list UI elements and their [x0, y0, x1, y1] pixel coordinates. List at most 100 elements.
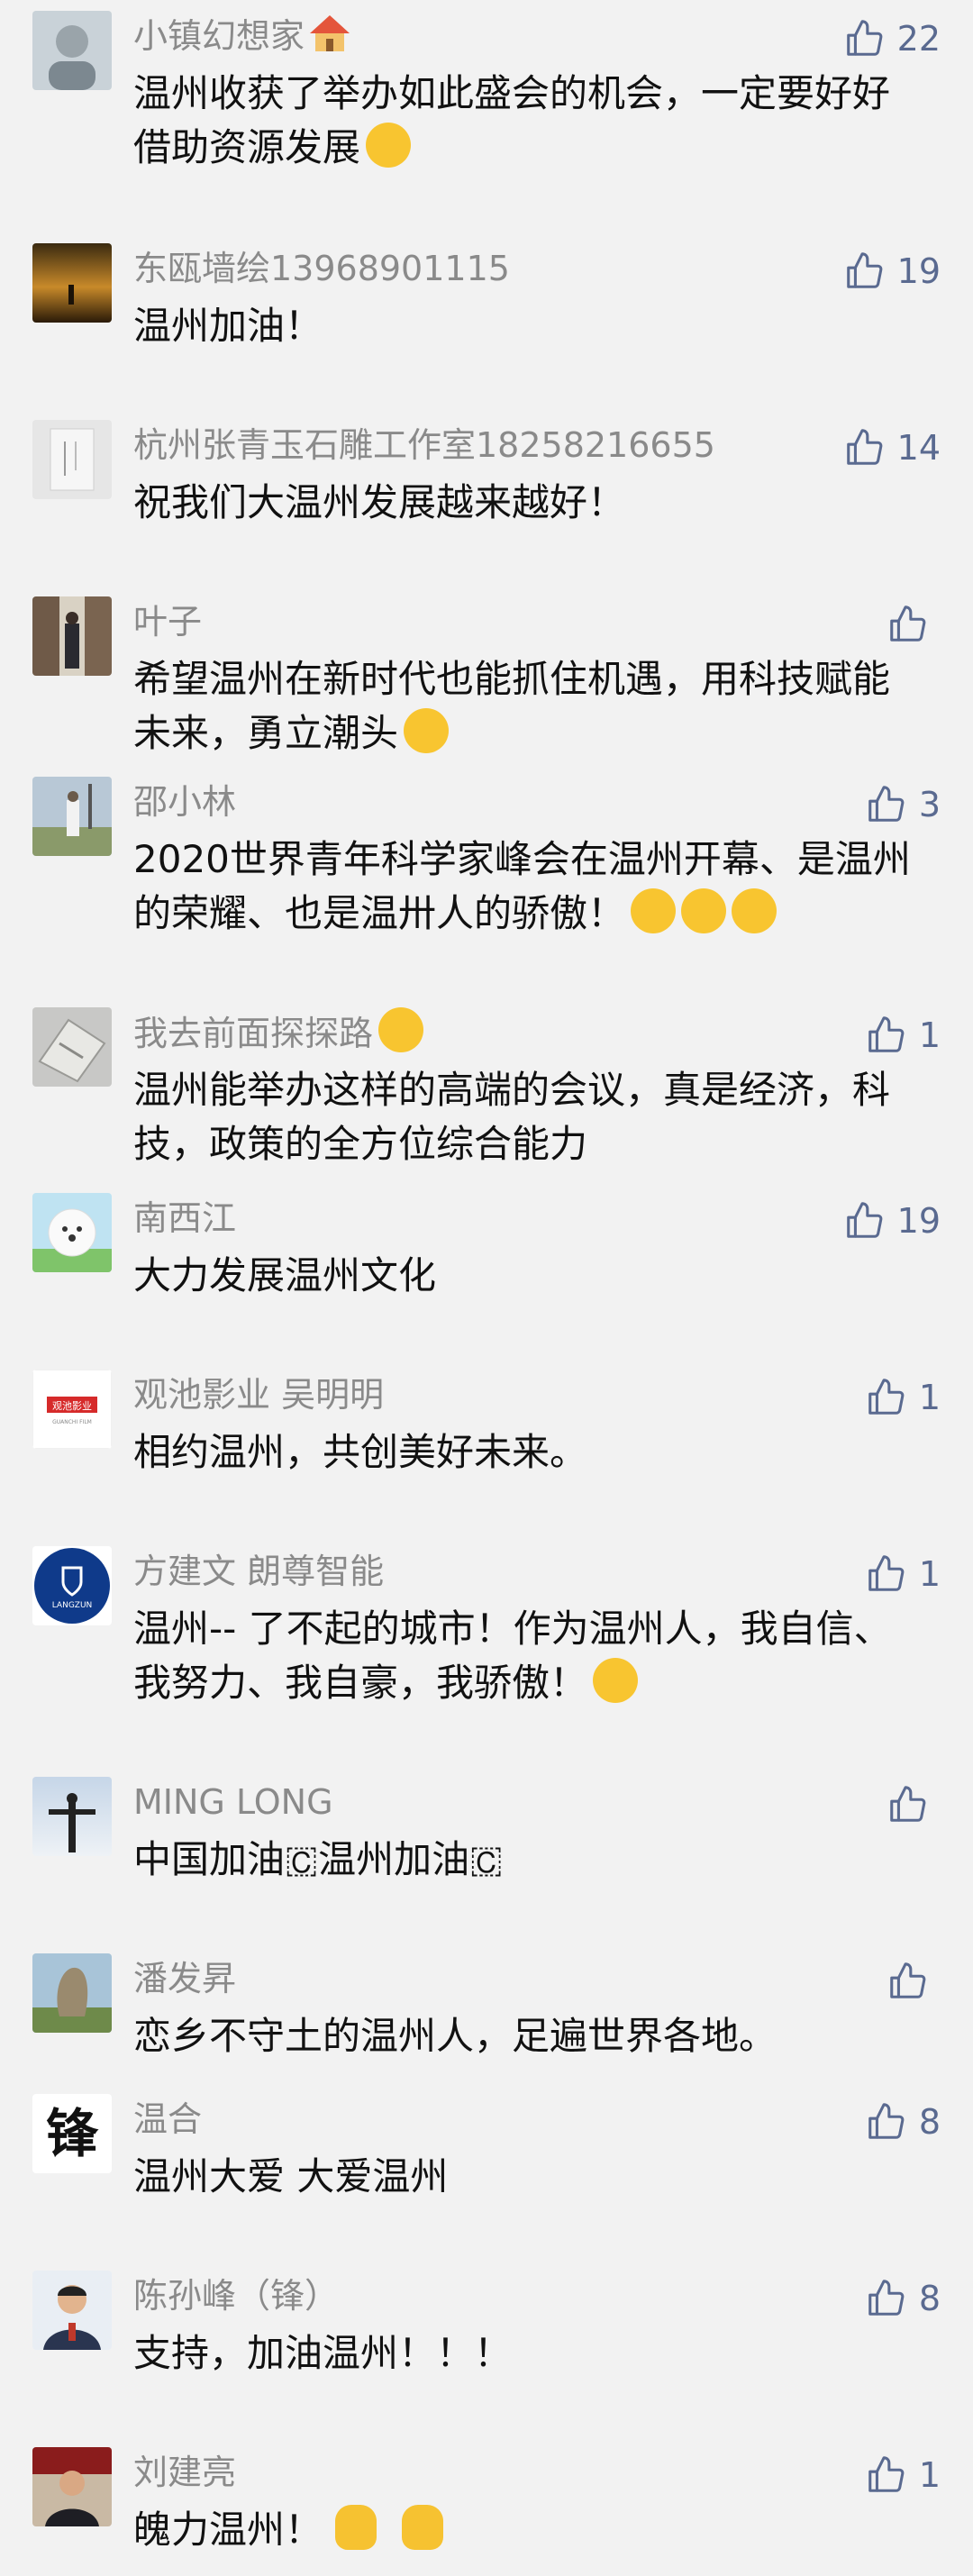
like-count: 3	[918, 785, 941, 824]
commenter-name[interactable]: 东瓯墙绘13968901115	[133, 243, 510, 294]
comment-text: 恋乡不守土的温州人，足遍世界各地。	[133, 2014, 777, 2058]
comment-text: 支持，加油温州！！！	[133, 2331, 513, 2375]
comment-item: 锋 温合 8 温州大爱 大爱温州	[0, 2094, 973, 2211]
like-button[interactable]: 8	[865, 2099, 941, 2144]
comment-text: 2020世界青年科学家峰会在温州开幕、是温州的荣耀、也是温卅人的骄傲！	[133, 837, 911, 935]
comments-list: 小镇幻想家 22 温州收获了举办如此盛会的机会，一定要好好借助资源发展 东瓯墙绘…	[0, 0, 973, 2576]
avatar[interactable]	[32, 777, 112, 856]
shushing-face-emoji	[366, 123, 412, 168]
like-button[interactable]: 1	[865, 2453, 941, 2498]
avatar[interactable]: LANGZUN	[32, 1546, 112, 1625]
avatar[interactable]	[32, 1777, 112, 1856]
like-button[interactable]: 19	[843, 249, 941, 294]
comment-text: 中国加油🇨温州加油🇨	[133, 1837, 504, 1881]
thumbs-up-icon	[868, 1379, 905, 1415]
like-count: 1	[918, 1015, 941, 1055]
comment-item: 潘发昇 恋乡不守土的温州人，足遍世界各地。	[0, 1953, 973, 2071]
comment-text: 温州加油！	[133, 304, 323, 348]
comment-text: 大力发展温州文化	[133, 1253, 437, 1297]
avatar[interactable]	[32, 243, 112, 323]
thumbs-up-icon	[868, 1016, 905, 1052]
raised-fist-emoji	[402, 2505, 444, 2550]
like-count: 1	[918, 1378, 941, 1417]
commenter-name[interactable]: 方建文 朗尊智能	[133, 1546, 384, 1597]
like-button[interactable]: 1	[865, 1375, 941, 1420]
comment-item: 南西江 19 大力发展温州文化	[0, 1193, 973, 1310]
thumbs-up-icon	[868, 2456, 905, 2492]
like-count: 22	[896, 19, 941, 59]
commenter-name[interactable]: MING LONG	[133, 1777, 333, 1827]
thumbs-up-icon	[868, 2103, 905, 2139]
commenter-name[interactable]: 南西江	[133, 1193, 236, 1243]
comment-item: 小镇幻想家 22 温州收获了举办如此盛会的机会，一定要好好借助资源发展	[0, 11, 973, 169]
commenter-name[interactable]: 潘发昇	[133, 1953, 236, 2004]
thumbs-up-icon	[890, 1962, 926, 1998]
comment-text: 希望温州在新时代也能抓住机遇，用科技赋能未来，勇立潮头	[133, 657, 891, 755]
comment-item: MING LONG 中国加油🇨温州加油🇨	[0, 1777, 973, 1894]
avatar[interactable]: 观池影业 GUANCHI FILM	[32, 1370, 112, 1449]
like-count: 8	[918, 2279, 941, 2318]
comment-item: 东瓯墙绘13968901115 19 温州加油！	[0, 243, 973, 360]
commenter-name[interactable]: 陈孙峰（锋）	[133, 2271, 339, 2321]
avatar[interactable]	[32, 2447, 112, 2526]
hugging-face-emoji	[631, 888, 677, 933]
comment-item: 刘建亮 1 魄力温州！	[0, 2447, 973, 2573]
like-button[interactable]: 14	[843, 425, 941, 470]
like-button[interactable]	[887, 1782, 941, 1827]
like-count: 8	[918, 2102, 941, 2142]
like-button[interactable]: 1	[865, 1552, 941, 1597]
commenter-name[interactable]: 我去前面探探路	[133, 1007, 424, 1059]
like-button[interactable]: 22	[843, 16, 941, 61]
commenter-name[interactable]: 邵小林	[133, 777, 236, 827]
avatar[interactable]	[32, 1007, 112, 1087]
avatar[interactable]	[32, 1953, 112, 2033]
thumbs-up-icon	[868, 1555, 905, 1591]
raised-fist-emoji	[335, 2505, 377, 2550]
like-count: 1	[918, 1554, 941, 1594]
avatar[interactable]	[32, 2271, 112, 2350]
thumbs-up-icon	[868, 2280, 905, 2316]
svg-text:GUANCHI FILM: GUANCHI FILM	[52, 1419, 92, 1425]
comment-item: 观池影业 GUANCHI FILM 观池影业 吴明明 1 相约温州，共创美好未来。	[0, 1370, 973, 1487]
like-button[interactable]: 1	[865, 1013, 941, 1058]
hugging-face-emoji	[732, 888, 777, 933]
thumbs-up-icon	[846, 1202, 883, 1238]
like-count: 19	[896, 1201, 941, 1241]
comment-item: LANGZUN 方建文 朗尊智能 1 温州-- 了不起的城市！作为温州人，我自信…	[0, 1546, 973, 1717]
commenter-name[interactable]: 观池影业 吴明明	[133, 1370, 384, 1420]
house-icon	[310, 15, 350, 51]
like-count: 1	[918, 2455, 941, 2495]
shushing-face-emoji	[404, 708, 450, 753]
comment-item: 叶子 希望温州在新时代也能抓住机遇，用科技赋能未来，勇立潮头	[0, 596, 973, 768]
like-button[interactable]: 8	[865, 2276, 941, 2321]
thumbs-up-icon	[846, 429, 883, 465]
commenter-name[interactable]: 温合	[133, 2094, 202, 2144]
hugging-face-emoji	[681, 888, 727, 933]
svg-text:LANGZUN: LANGZUN	[52, 1601, 93, 1610]
avatar[interactable]: 锋	[32, 2094, 112, 2173]
commenter-name[interactable]: 杭州张青玉石雕工作室18258216655	[133, 420, 715, 470]
like-button[interactable]	[887, 1959, 941, 2004]
comment-item: 我去前面探探路 1 温州能举办这样的高端的会议，真是经济，科技，政策的全方位综合…	[0, 1007, 973, 1179]
comment-text: 温州大爱 大爱温州	[133, 2154, 449, 2198]
like-button[interactable]: 19	[843, 1198, 941, 1243]
comment-item: 陈孙峰（锋） 8 支持，加油温州！！！	[0, 2271, 973, 2388]
comment-item: 杭州张青玉石雕工作室18258216655 14 祝我们大温州发展越来越好！	[0, 420, 973, 537]
comment-item: 邵小林 3 2020世界青年科学家峰会在温州开幕、是温州的荣耀、也是温卅人的骄傲…	[0, 777, 973, 948]
comment-text: 温州-- 了不起的城市！作为温州人，我自信、我努力、我自豪，我骄傲！	[133, 1607, 892, 1705]
avatar[interactable]	[32, 596, 112, 676]
commenter-name[interactable]: 叶子	[133, 596, 202, 647]
thumbs-up-icon	[890, 1786, 926, 1822]
avatar[interactable]	[32, 1193, 112, 1272]
commenter-name[interactable]: 小镇幻想家	[133, 11, 351, 61]
comment-text: 温州能举办这样的高端的会议，真是经济，科技，政策的全方位综合能力	[133, 1068, 891, 1166]
like-button[interactable]	[887, 602, 941, 647]
grinning-face-emoji	[378, 1007, 424, 1052]
thumbs-up-icon	[846, 20, 883, 56]
thumbs-up-icon	[868, 786, 905, 822]
commenter-name[interactable]: 刘建亮	[133, 2447, 236, 2498]
like-button[interactable]: 3	[865, 782, 941, 827]
avatar[interactable]	[32, 11, 112, 90]
smiling-face-emoji	[593, 1658, 639, 1703]
avatar[interactable]	[32, 420, 112, 499]
